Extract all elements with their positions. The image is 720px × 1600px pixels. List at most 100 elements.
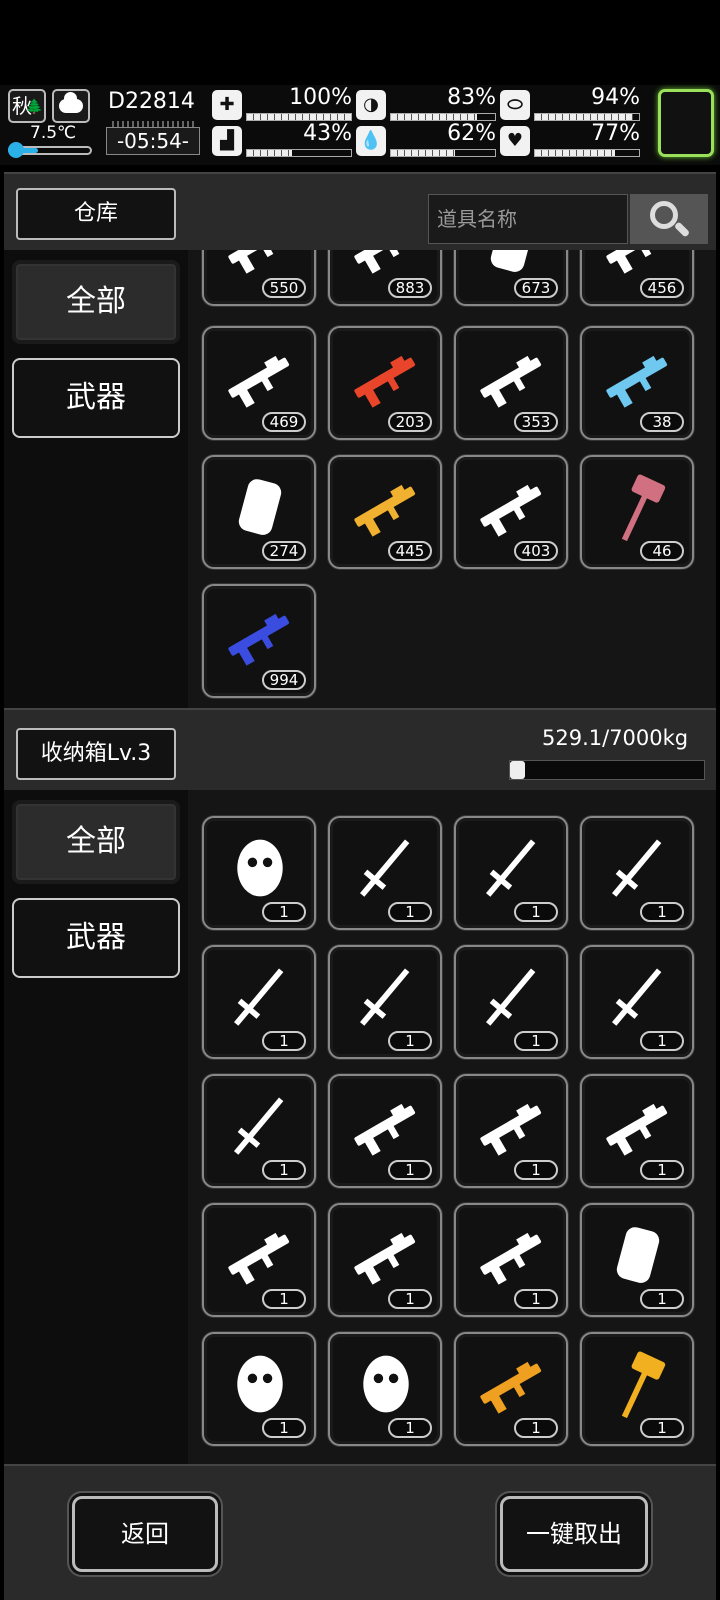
stat-value: 43% <box>303 121 352 146</box>
item-quantity: 1 <box>262 1289 306 1309</box>
cloud-icon <box>59 92 83 113</box>
item-quantity: 1 <box>640 1160 684 1180</box>
inventory-slot[interactable]: 1 <box>454 816 568 930</box>
stat-thirst: 💧 62% <box>356 121 496 159</box>
item-quantity: 469 <box>262 412 306 432</box>
rifle-icon <box>222 250 298 280</box>
inventory-slot[interactable]: 38 <box>580 326 694 440</box>
inventory-slot[interactable]: 403 <box>454 455 568 569</box>
war-hammer-icon <box>600 473 676 543</box>
stat-bar <box>246 113 352 121</box>
item-quantity: 1 <box>262 1160 306 1180</box>
storage-sidebar: 全部 武器 <box>4 790 188 1464</box>
inventory-slot[interactable]: 1 <box>580 1203 694 1317</box>
item-quantity: 1 <box>388 902 432 922</box>
greatsword-icon <box>348 963 424 1033</box>
stat-value: 77% <box>591 121 640 146</box>
inventory-slot[interactable]: 1 <box>454 1203 568 1317</box>
inventory-slot[interactable]: 274 <box>202 455 316 569</box>
storage-weight-bar <box>509 760 705 780</box>
item-quantity: 203 <box>388 412 432 432</box>
inventory-slot[interactable]: 1 <box>202 1074 316 1188</box>
inventory-slot[interactable]: 445 <box>328 455 442 569</box>
inventory-slot[interactable]: 1 <box>454 1074 568 1188</box>
inventory-slot[interactable]: 353 <box>454 326 568 440</box>
item-quantity: 274 <box>262 541 306 561</box>
tab-weapons[interactable]: 武器 <box>12 358 180 438</box>
staff-icon <box>600 834 676 904</box>
stat-stamina: ▟ 43% <box>212 121 352 159</box>
inventory-slot[interactable]: 1 <box>328 1074 442 1188</box>
thermometer-icon <box>8 142 24 158</box>
assault-rifle-icon <box>222 344 298 414</box>
item-quantity: 1 <box>388 1031 432 1051</box>
inventory-slot[interactable]: 469 <box>202 326 316 440</box>
golden-cannon-icon <box>474 1350 550 1420</box>
season-indicator: 秋 🌲 <box>8 89 46 123</box>
status-hud: 秋 🌲 7.5℃ D22814 -05:54- ✚ 100% ◑ 83% ⬭ 94% ▟ 43… <box>0 85 720 165</box>
rocket-launcher-icon <box>474 473 550 543</box>
heart-icon: ♥ <box>500 126 530 156</box>
inventory-slot[interactable]: 1 <box>580 816 694 930</box>
search-input[interactable]: 道具名称 <box>428 194 628 244</box>
storage-title: 收纳箱Lv.3 <box>16 728 176 780</box>
ornate-pistol-icon <box>474 1092 550 1162</box>
inventory-slot[interactable]: 1 <box>328 945 442 1059</box>
stat-bar <box>534 149 640 157</box>
inventory-slot[interactable]: 1 <box>454 945 568 1059</box>
item-quantity: 1 <box>640 902 684 922</box>
item-quantity: 1 <box>514 902 558 922</box>
inventory-slot[interactable]: 203 <box>328 326 442 440</box>
tree-icon: 🌲 <box>25 99 43 115</box>
medusa-head-icon <box>222 1350 298 1420</box>
item-quantity: 994 <box>262 670 306 690</box>
footer-bar: 返回 一键取出 <box>4 1464 716 1600</box>
inventory-slot[interactable]: 1 <box>328 1203 442 1317</box>
inventory-slot[interactable]: 46 <box>580 455 694 569</box>
storage-item-grid[interactable]: 1 1 1 1 1 1 1 1 1 1 1 1 1 1 1 1 1 1 1 1 <box>188 790 716 1464</box>
stat-value: 100% <box>289 85 352 110</box>
warehouse-item-grid[interactable]: 550 883 673 456 469 203 353 38 274 445 403 46 994 <box>188 250 716 708</box>
inventory-slot[interactable]: 1 <box>202 1203 316 1317</box>
item-quantity: 1 <box>640 1031 684 1051</box>
search-button[interactable] <box>630 194 708 244</box>
inventory-slot[interactable]: 550 <box>202 250 316 306</box>
item-quantity: 353 <box>514 412 558 432</box>
inventory-slot[interactable]: 1 <box>454 1332 568 1446</box>
equipped-slot[interactable] <box>658 89 714 157</box>
storage-tab-weapons[interactable]: 武器 <box>12 898 180 978</box>
item-quantity: 456 <box>640 278 684 298</box>
inventory-slot[interactable]: 883 <box>328 250 442 306</box>
boot-icon: ▟ <box>212 126 242 156</box>
inventory-slot[interactable]: 1 <box>202 1332 316 1446</box>
tribal-mask-icon <box>222 834 298 904</box>
stat-mood: ♥ 77% <box>500 121 640 159</box>
temperature-bar <box>8 142 92 158</box>
stat-bar <box>246 149 352 157</box>
back-button[interactable]: 返回 <box>72 1496 218 1572</box>
inventory-slot[interactable]: 1 <box>580 945 694 1059</box>
stat-value: 94% <box>591 85 640 110</box>
item-quantity: 445 <box>388 541 432 561</box>
ornate-rifle-icon <box>600 1092 676 1162</box>
inventory-slot[interactable]: 1 <box>580 1332 694 1446</box>
inventory-slot[interactable]: 456 <box>580 250 694 306</box>
inventory-slot[interactable]: 1 <box>580 1074 694 1188</box>
tab-all[interactable]: 全部 <box>12 260 180 344</box>
item-quantity: 1 <box>388 1289 432 1309</box>
inventory-slot[interactable]: 1 <box>328 1332 442 1446</box>
item-quantity: 1 <box>388 1160 432 1180</box>
take-all-button[interactable]: 一键取出 <box>500 1496 648 1572</box>
heavy-gun-icon <box>600 250 676 280</box>
inventory-slot[interactable]: 1 <box>202 945 316 1059</box>
inventory-slot[interactable]: 1 <box>328 816 442 930</box>
inventory-slot[interactable]: 994 <box>202 584 316 698</box>
storage-weight-label: 529.1/7000kg <box>542 726 689 750</box>
item-quantity: 883 <box>388 278 432 298</box>
item-quantity: 1 <box>262 1031 306 1051</box>
warehouse-sidebar: 全部 武器 <box>4 250 188 708</box>
serpent-sword-icon <box>222 963 298 1033</box>
inventory-slot[interactable]: 673 <box>454 250 568 306</box>
storage-tab-all[interactable]: 全部 <box>12 800 180 884</box>
inventory-slot[interactable]: 1 <box>202 816 316 930</box>
